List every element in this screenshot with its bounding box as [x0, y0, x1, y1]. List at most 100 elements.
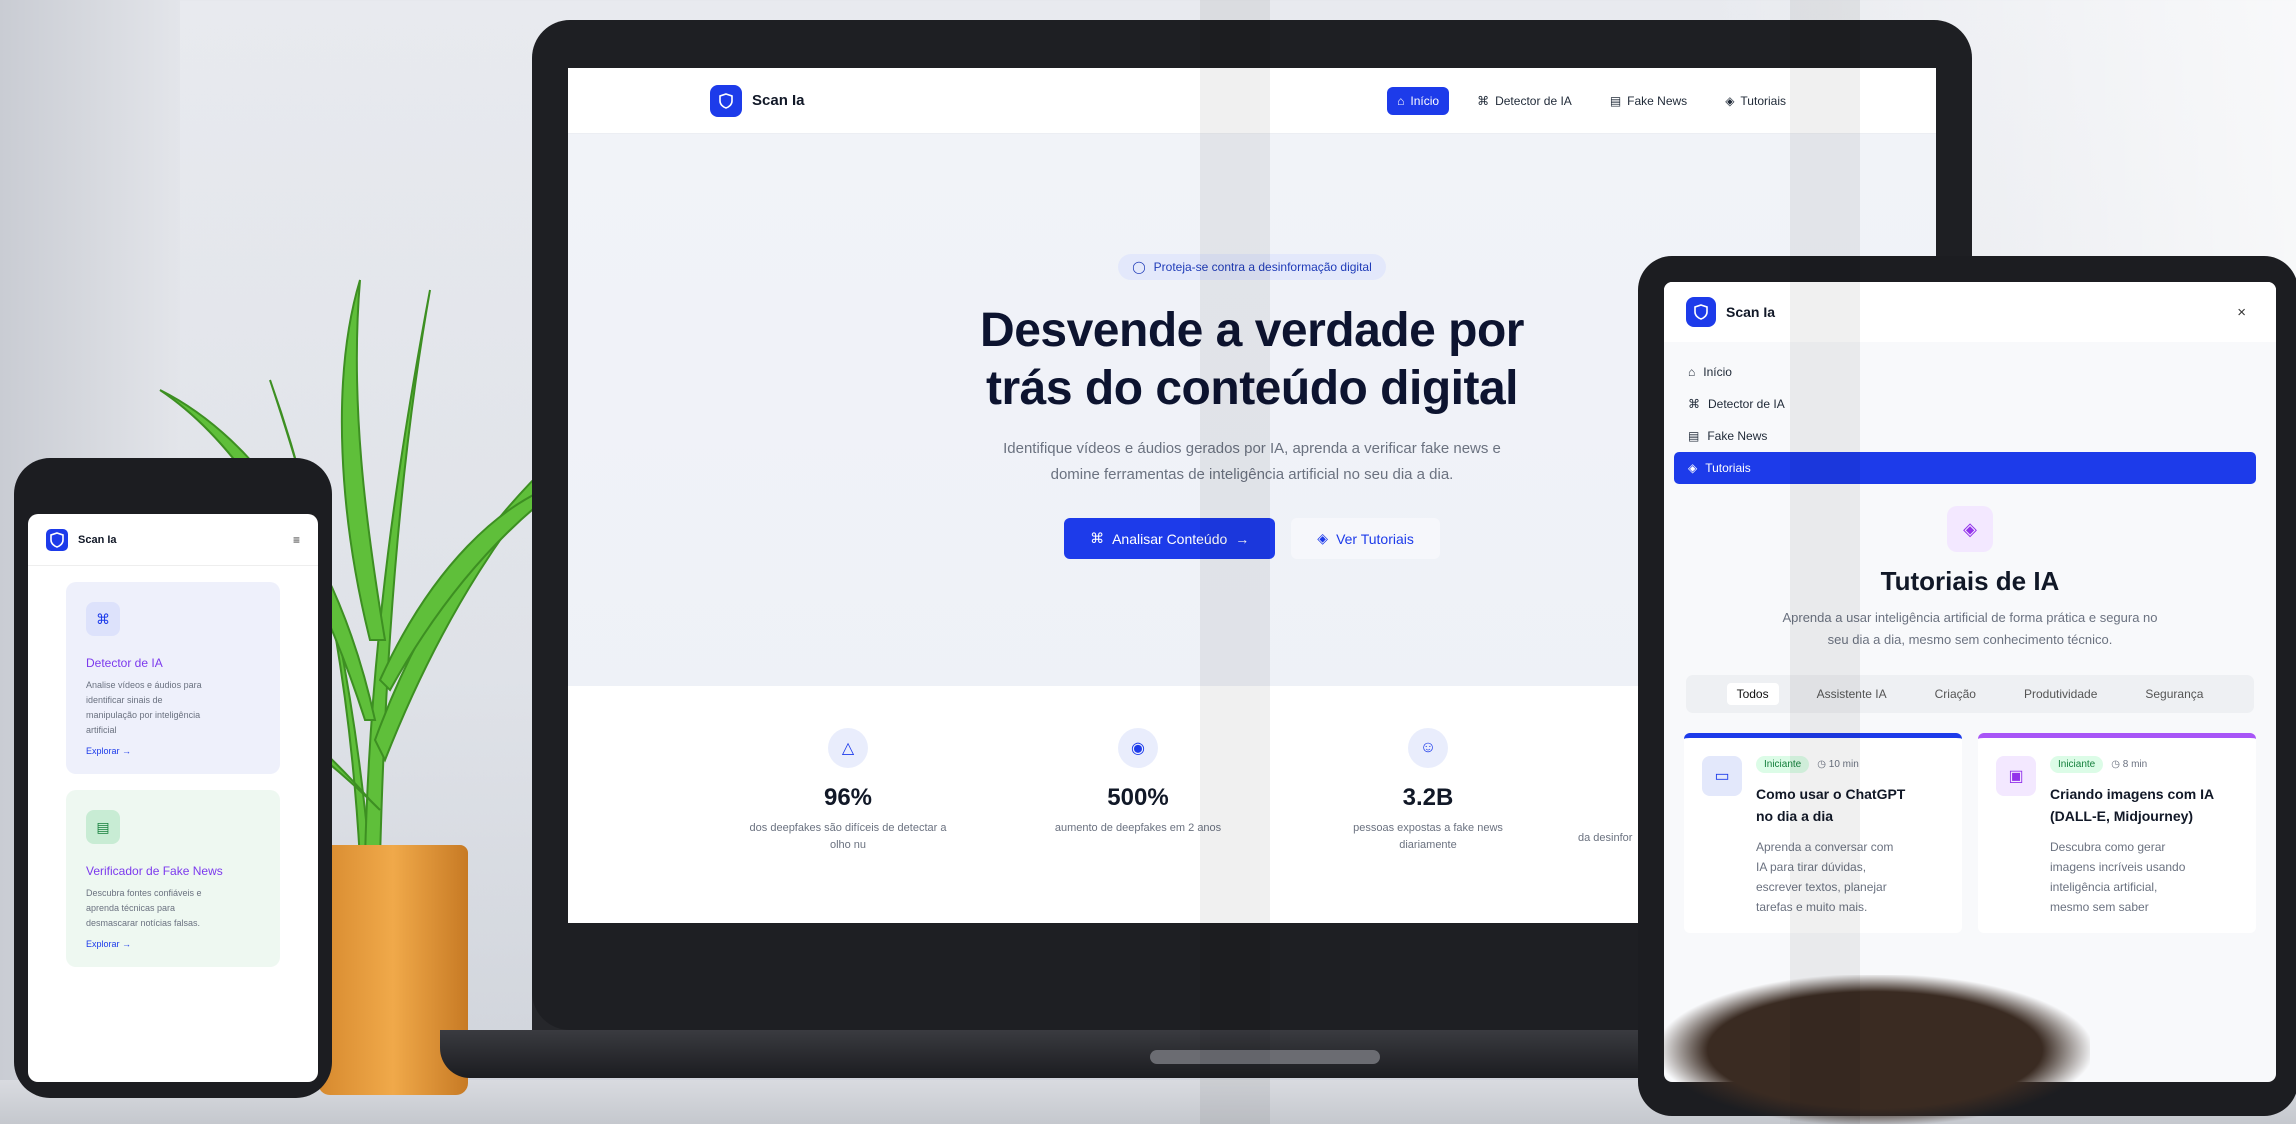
- stat-label: pessoas expostas a fake news diariamente: [1288, 820, 1568, 854]
- shield-icon: ◯: [1132, 260, 1146, 274]
- menu-item-label: Início: [1703, 365, 1732, 379]
- card-desc-line: aprenda técnicas para: [86, 903, 176, 913]
- phone-nav: Scan Ia ≡: [28, 514, 318, 566]
- brand[interactable]: Scan Ia: [46, 528, 117, 551]
- nav-tutorials-label: Tutoriais: [1740, 93, 1786, 108]
- tablet-screen: Scan Ia × ⌂ Início ⌘ Detector de IA ▤ Fake …: [1664, 282, 2276, 1082]
- tutorial-cards: ▭ Iniciante ◷ 10 min Como usar o ChatGPT…: [1684, 733, 2256, 933]
- duration: ◷ 8 min: [2111, 759, 2147, 770]
- newspaper-icon: ▤: [1688, 429, 1700, 443]
- phone-screen: Scan Ia ≡ ⌘ Detector de IA Analise vídeo…: [28, 514, 318, 1082]
- stat-label: dos deepfakes são difíceis de detectar a…: [708, 820, 988, 854]
- tablet-menu: ⌂ Início ⌘ Detector de IA ▤ Fake News ◈ Tuto…: [1664, 342, 2276, 484]
- tutorial-desc-line: inteligência artificial,: [2050, 880, 2158, 894]
- phone: Scan Ia ≡ ⌘ Detector de IA Analise vídeo…: [14, 458, 332, 1098]
- tutorials-heading: Tutoriais de IA: [1880, 566, 2060, 596]
- nav-detector-label: Detector de IA: [1495, 93, 1572, 108]
- card-desc-line: Descubra fontes confiáveis e: [86, 888, 202, 898]
- tab-creation[interactable]: Criação: [1925, 683, 1986, 705]
- nav-home[interactable]: ⌂ Início: [1387, 86, 1450, 115]
- card-title: Detector de IA: [86, 656, 163, 670]
- image-icon: ▣: [1996, 756, 2036, 796]
- explore-link-label: Explorar: [86, 939, 120, 949]
- tutorial-tabs: Todos Assistente IA Criação Produtividad…: [1686, 675, 2254, 713]
- home-icon: ⌂: [1688, 365, 1696, 379]
- nav-detector[interactable]: ⌘ Detector de IA: [1467, 87, 1582, 115]
- window-shadow: [1200, 0, 1270, 1124]
- card-desc-line: identificar sinais de: [86, 695, 163, 705]
- plant-leaf: [340, 279, 387, 641]
- card-desc-line: artificial: [86, 725, 117, 735]
- menu-item-fake-news[interactable]: ▤ Fake News: [1674, 420, 2256, 452]
- clock-icon: ◷: [2111, 759, 2120, 770]
- tablet-nav: Scan Ia ×: [1664, 282, 2276, 342]
- scan-icon: ⌘: [1688, 397, 1700, 411]
- stat-item: △ 96% dos deepfakes são difíceis de dete…: [708, 728, 988, 923]
- users-icon: ☺: [1408, 728, 1448, 768]
- tutorial-desc-line: Descubra como gerar: [2050, 840, 2166, 854]
- detector-card[interactable]: ⌘ Detector de IA Analise vídeos e áudios…: [66, 582, 280, 774]
- duration-text: 8 min: [2122, 759, 2148, 770]
- warning-icon: △: [828, 728, 868, 768]
- nav-fake-news-label: Fake News: [1627, 93, 1688, 108]
- tutorial-card-body: Iniciante ◷ 8 min Criando imagens com IA…: [2050, 756, 2214, 917]
- level-badge: Iniciante: [2050, 756, 2104, 773]
- menu-icon[interactable]: ≡: [293, 533, 300, 547]
- newspaper-icon: ▤: [1609, 93, 1622, 108]
- tutorial-card[interactable]: ▣ Iniciante ◷ 8 min Criando imagens com …: [1978, 733, 2256, 933]
- nav-tutorials[interactable]: ◈ Tutoriais: [1715, 87, 1796, 115]
- stat-label-line: olho nu: [829, 839, 867, 851]
- tutorial-desc-line: imagens incríveis usando: [2050, 860, 2186, 874]
- stat-label-line: aumento de deepfakes em 2 anos: [1054, 822, 1222, 834]
- shield-icon: [46, 528, 68, 551]
- brand[interactable]: Scan Ia: [710, 84, 805, 117]
- shield-icon: [710, 84, 742, 117]
- menu-item-detector[interactable]: ⌘ Detector de IA: [1674, 388, 2256, 420]
- tab-all[interactable]: Todos: [1726, 683, 1779, 705]
- nav-links: ⌂ Início ⌘ Detector de IA ▤ Fake News ◈ …: [1387, 86, 1796, 115]
- hair-silhouette: [1660, 975, 2090, 1124]
- stat-label-line: dos deepfakes são difíceis de detectar a: [749, 822, 947, 834]
- eye-icon: ◉: [1118, 728, 1158, 768]
- menu-item-label: Detector de IA: [1708, 397, 1785, 411]
- brand-name: Scan Ia: [1726, 304, 1776, 320]
- menu-item-tutorials[interactable]: ◈ Tutoriais: [1674, 452, 2256, 484]
- explore-link-label: Explorar: [86, 746, 120, 756]
- view-tutorials-button[interactable]: ◈ Ver Tutoriais: [1291, 518, 1440, 559]
- graduation-cap-icon: ◈: [1947, 506, 1993, 552]
- view-tutorials-label: Ver Tutoriais: [1336, 530, 1414, 547]
- card-desc: Descubra fontes confiáveis e aprenda téc…: [86, 886, 260, 931]
- card-desc-line: Analise vídeos e áudios para: [86, 680, 202, 690]
- menu-item-label: Fake News: [1707, 429, 1768, 443]
- graduation-cap-icon: ◈: [1725, 93, 1735, 108]
- brand[interactable]: Scan Ia: [1686, 297, 1775, 327]
- menu-item-home[interactable]: ⌂ Início: [1674, 356, 2256, 388]
- tutorial-title-line: Criando imagens com IA: [2050, 786, 2215, 802]
- tutorial-title: Criando imagens com IA (DALL-E, Midjourn…: [2050, 783, 2214, 827]
- scan-icon: ⌘: [1090, 530, 1105, 546]
- tutorials-description: Aprenda a usar inteligência artificial d…: [1664, 607, 2276, 651]
- nav-fake-news[interactable]: ▤ Fake News: [1600, 87, 1697, 115]
- stat-label-line: pessoas expostas a fake news: [1353, 822, 1503, 834]
- window-shadow: [1790, 0, 1860, 1124]
- explore-link[interactable]: Explorar →: [86, 939, 260, 949]
- stat-value: 3.2B: [1402, 784, 1454, 811]
- tutorial-desc-line: mesmo sem saber: [2050, 900, 2149, 914]
- tutorial-card-row: ▣ Iniciante ◷ 8 min Criando imagens com …: [1996, 756, 2238, 917]
- menu-item-label: Tutoriais: [1705, 461, 1751, 475]
- newspaper-icon: ▤: [86, 810, 120, 844]
- tab-security[interactable]: Segurança: [2135, 683, 2213, 705]
- close-icon[interactable]: ×: [2237, 304, 2246, 321]
- fake-news-card[interactable]: ▤ Verificador de Fake News Descubra font…: [66, 790, 280, 967]
- card-title: Verificador de Fake News: [86, 864, 223, 878]
- tutorial-meta: Iniciante ◷ 8 min: [2050, 756, 2214, 773]
- shield-icon: [1686, 297, 1716, 327]
- explore-link[interactable]: Explorar →: [86, 746, 260, 756]
- nav-home-label: Início: [1410, 93, 1440, 108]
- brand-name: Scan Ia: [752, 92, 805, 109]
- tutorials-description-line: seu dia a dia, mesmo sem conhecimento té…: [1827, 632, 2113, 647]
- tab-productivity[interactable]: Produtividade: [2014, 683, 2107, 705]
- stat-item: ☺ 3.2B pessoas expostas a fake news diar…: [1288, 728, 1568, 923]
- tutorial-title-line: (DALL-E, Midjourney): [2050, 808, 2194, 824]
- brand-name: Scan Ia: [78, 533, 117, 546]
